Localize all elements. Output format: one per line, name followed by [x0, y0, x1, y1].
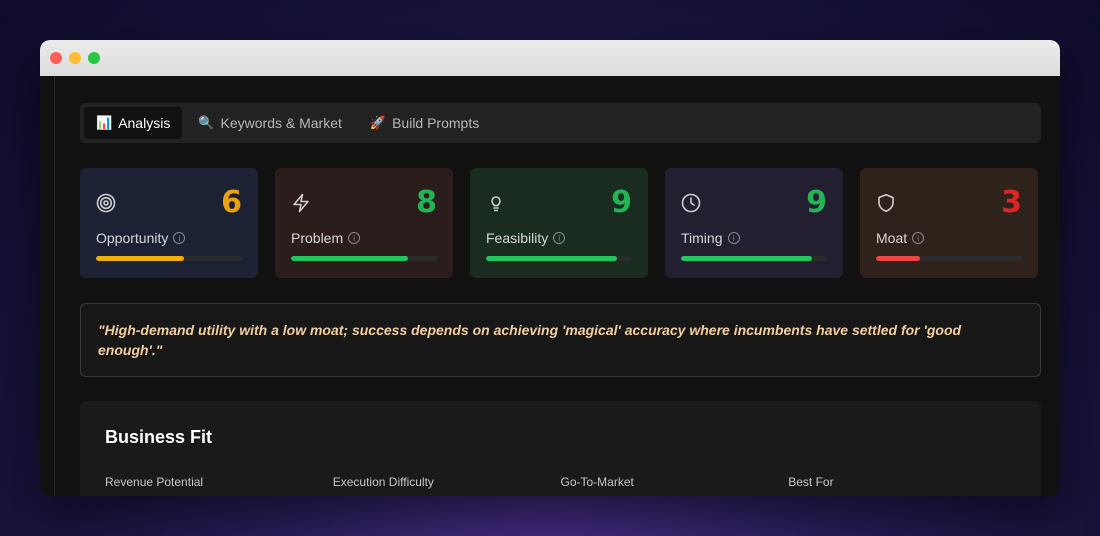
info-icon[interactable]: i — [173, 232, 186, 244]
score-bar-fill — [96, 256, 184, 261]
score-value: 3 — [1001, 185, 1022, 220]
score-card-feasibility: 9 Feasibility i — [470, 168, 648, 278]
lightbulb-icon — [491, 196, 501, 212]
score-name: Moat — [876, 230, 908, 246]
summary-quote: "High-demand utility with a low moat; su… — [80, 303, 1041, 377]
target-icon — [96, 193, 116, 213]
tab-analysis[interactable]: 📊 Analysis — [84, 107, 183, 139]
maximize-window-button[interactable] — [88, 52, 100, 64]
tab-label: Keywords & Market — [220, 115, 342, 131]
score-bar — [681, 256, 827, 261]
score-value: 9 — [611, 185, 632, 220]
clock-icon — [681, 193, 701, 213]
score-name: Opportunity — [96, 230, 169, 246]
score-name: Problem — [291, 230, 344, 246]
score-card-opportunity: 6 Opportunity i — [80, 168, 258, 278]
column-go-to-market: Go-To-Market — [560, 475, 634, 489]
score-bar-fill — [291, 256, 408, 261]
business-fit-columns: Revenue Potential Execution Difficulty G… — [105, 475, 1016, 489]
magnifier-icon: 🔍 — [198, 115, 215, 130]
score-value: 8 — [416, 185, 437, 220]
main-content: 📊 Analysis 🔍 Keywords & Market 🚀 Build P… — [80, 103, 1041, 496]
tab-keywords-market[interactable]: 🔍 Keywords & Market — [186, 107, 354, 139]
score-card-timing: 9 Timing i — [665, 168, 843, 278]
info-icon[interactable]: i — [727, 232, 740, 244]
score-label: Timing i — [681, 230, 740, 246]
info-icon[interactable]: i — [348, 232, 361, 244]
column-revenue-potential: Revenue Potential — [105, 475, 204, 489]
tab-label: Analysis — [118, 115, 171, 131]
score-bar-fill — [681, 256, 813, 261]
score-label: Opportunity i — [96, 230, 186, 246]
close-window-button[interactable] — [50, 52, 62, 64]
section-title: Business Fit — [105, 427, 213, 447]
lightning-icon — [293, 193, 309, 213]
column-best-for: Best For — [788, 475, 834, 489]
score-card-moat: 3 Moat i — [860, 168, 1038, 278]
score-bar — [291, 256, 437, 261]
browser-window: 📊 Analysis 🔍 Keywords & Market 🚀 Build P… — [40, 40, 1060, 496]
minimize-window-button[interactable] — [69, 52, 81, 64]
window-titlebar — [40, 40, 1060, 76]
tab-build-prompts[interactable]: 🚀 Build Prompts — [358, 107, 491, 139]
app-content: 📊 Analysis 🔍 Keywords & Market 🚀 Build P… — [40, 76, 1060, 496]
info-icon[interactable]: i — [553, 232, 566, 244]
rocket-icon: 🚀 — [369, 115, 387, 130]
score-bar-fill — [876, 256, 920, 261]
score-name: Timing — [681, 230, 723, 246]
score-name: Feasibility — [486, 230, 549, 246]
score-bar — [876, 256, 1022, 261]
score-label: Moat i — [876, 230, 925, 246]
left-divider — [54, 76, 55, 496]
score-label: Problem i — [291, 230, 361, 246]
tab-label: Build Prompts — [392, 115, 480, 131]
score-value: 9 — [806, 185, 827, 220]
score-bar — [96, 256, 242, 261]
business-fit-section: Business Fit Revenue Potential Execution… — [80, 401, 1041, 496]
score-bar-fill — [486, 256, 618, 261]
score-card-problem: 8 Problem i — [275, 168, 453, 278]
column-execution-difficulty: Execution Difficulty — [332, 475, 434, 489]
shield-icon — [878, 194, 894, 213]
chart-icon: 📊 — [96, 115, 113, 130]
score-bar — [486, 256, 632, 261]
score-label: Feasibility i — [486, 230, 566, 246]
score-cards: 6 Opportunity i 8 Problem i 9 Feasibilit… — [80, 168, 1041, 278]
tab-bar: 📊 Analysis 🔍 Keywords & Market 🚀 Build P… — [80, 103, 1041, 143]
score-value: 6 — [221, 185, 242, 220]
info-icon[interactable]: i — [912, 232, 925, 244]
